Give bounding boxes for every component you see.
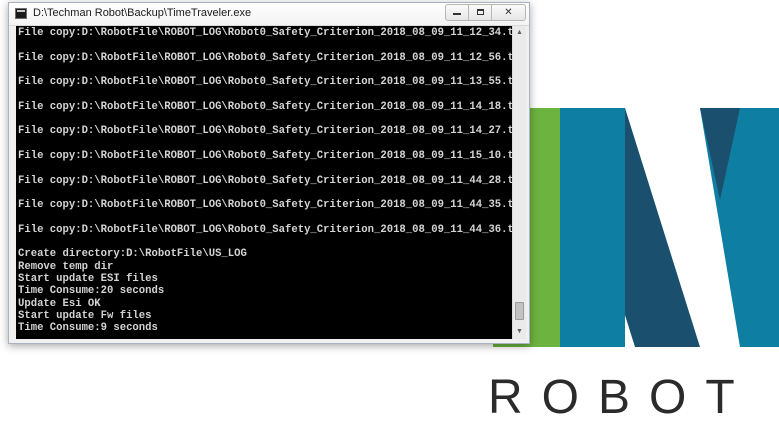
scroll-thumb[interactable] bbox=[515, 302, 524, 320]
logo-robot-text: ROBOT bbox=[488, 371, 754, 424]
console-line: Remove temp dir bbox=[18, 260, 114, 273]
console-app-icon bbox=[15, 8, 27, 19]
minimize-icon bbox=[453, 13, 461, 15]
vertical-scrollbar[interactable]: ▲ ▼ bbox=[512, 26, 526, 339]
maximize-icon bbox=[476, 9, 484, 15]
maximize-button[interactable] bbox=[468, 4, 492, 21]
console-line: File copy:D:\RobotFile\ROBOT_LOG\Robot0_… bbox=[18, 199, 512, 212]
console-line: Time Consume:9 seconds bbox=[18, 322, 158, 335]
console-line: File copy:D:\RobotFile\ROBOT_LOG\Robot0_… bbox=[18, 76, 512, 89]
title-bar[interactable]: D:\Techman Robot\Backup\TimeTraveler.exe… bbox=[9, 3, 529, 26]
console-output[interactable]: File copy:D:\RobotFile\ROBOT_LOG\Robot0_… bbox=[16, 26, 512, 339]
console-line: File copy:D:\RobotFile\ROBOT_LOG\Robot0_… bbox=[18, 149, 512, 162]
console-line: Start update Fw files bbox=[18, 309, 152, 322]
console-line: File copy:D:\RobotFile\ROBOT_LOG\Robot0_… bbox=[18, 174, 512, 187]
console-line: Time Consume:20 seconds bbox=[18, 285, 165, 298]
window-title: D:\Techman Robot\Backup\TimeTraveler.exe bbox=[33, 7, 252, 19]
console-window[interactable]: D:\Techman Robot\Backup\TimeTraveler.exe… bbox=[8, 2, 530, 344]
console-line: File copy:D:\RobotFile\ROBOT_LOG\Robot0_… bbox=[18, 27, 512, 39]
close-button[interactable]: ✕ bbox=[491, 4, 526, 21]
console-line: Start update ESI files bbox=[18, 272, 158, 285]
console-line: Update Esi OK bbox=[18, 297, 101, 310]
minimize-button[interactable] bbox=[445, 4, 469, 21]
console-lines: File copy:D:\RobotFile\ROBOT_LOG\Robot0_… bbox=[18, 27, 512, 334]
console-line: File copy:D:\RobotFile\ROBOT_LOG\Robot0_… bbox=[18, 51, 512, 64]
logo-teal-left-stem bbox=[560, 108, 625, 347]
console-line: File copy:D:\RobotFile\ROBOT_LOG\Robot0_… bbox=[18, 100, 512, 113]
console-line: File copy:D:\RobotFile\ROBOT_LOG\Robot0_… bbox=[18, 223, 512, 236]
scroll-down-arrow-icon[interactable]: ▼ bbox=[513, 325, 526, 339]
console-line: File copy:D:\RobotFile\ROBOT_LOG\Robot0_… bbox=[18, 125, 512, 138]
close-icon: ✕ bbox=[504, 7, 513, 18]
console-line: Create directory:D:\RobotFile\US_LOG bbox=[18, 248, 247, 261]
scroll-up-arrow-icon[interactable]: ▲ bbox=[513, 26, 526, 40]
